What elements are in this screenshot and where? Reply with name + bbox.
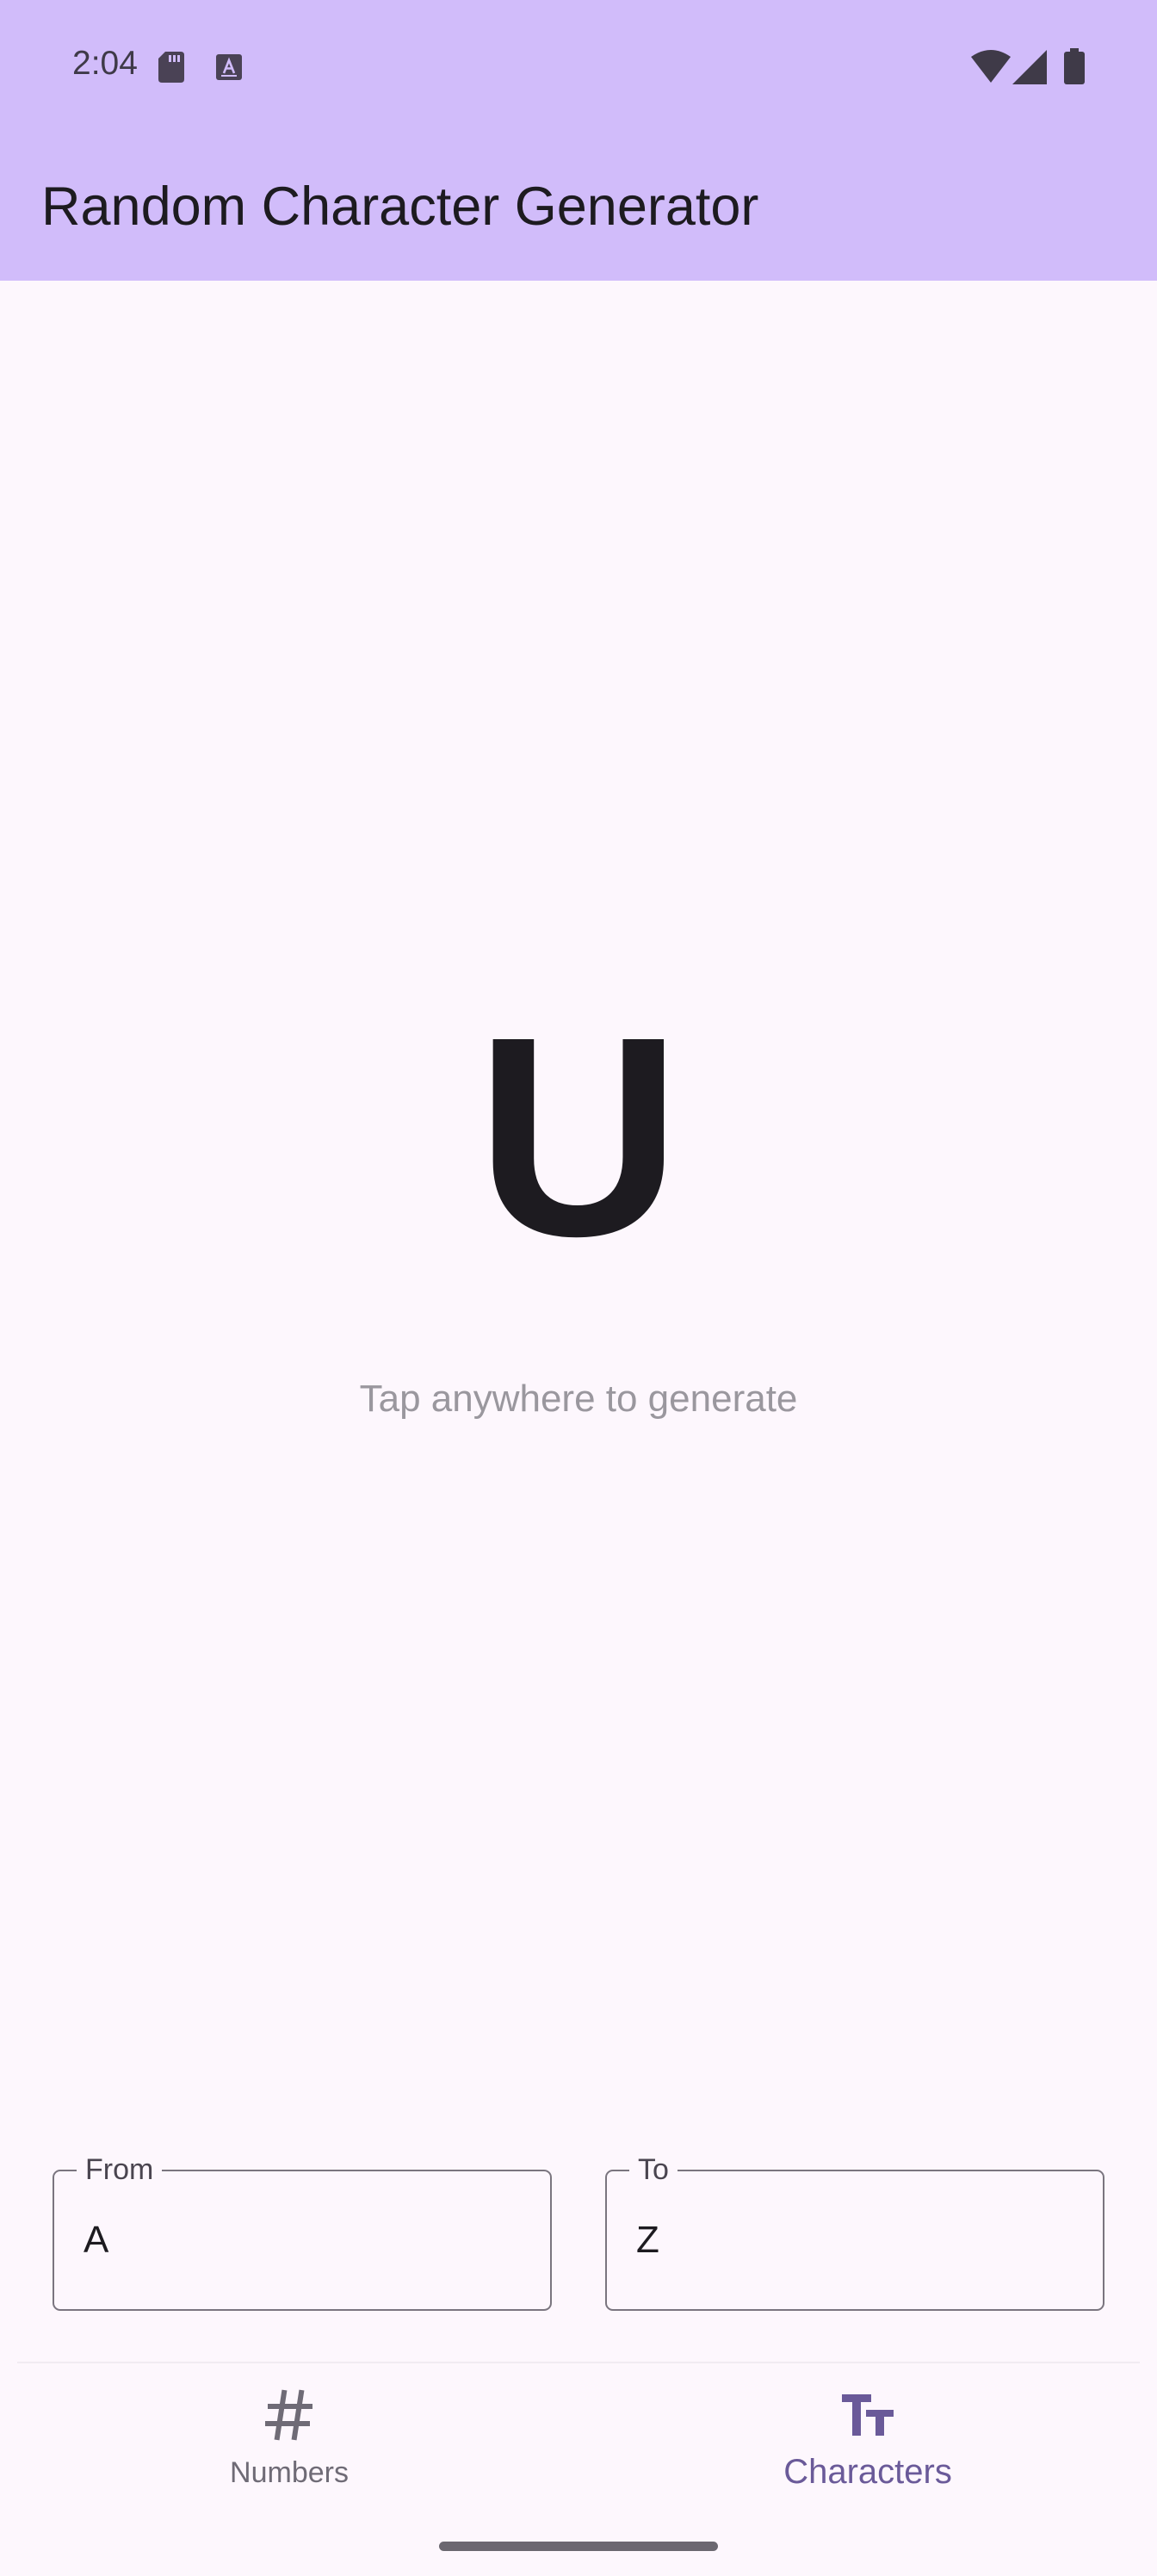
status-time: 2:04: [72, 45, 138, 82]
signal-icon: [1012, 50, 1047, 84]
nav-label-characters: Characters: [783, 2453, 952, 2491]
nav-item-numbers[interactable]: Numbers: [0, 2363, 578, 2492]
text-size-icon: [578, 2389, 1157, 2444]
nav-label-numbers: Numbers: [230, 2456, 349, 2489]
to-field[interactable]: To: [605, 2152, 1104, 2311]
page-title: Random Character Generator: [41, 176, 759, 237]
from-field[interactable]: From: [53, 2152, 552, 2311]
home-indicator[interactable]: [439, 2542, 718, 2551]
from-input[interactable]: [84, 2218, 497, 2263]
status-bar: 2:04: [0, 0, 1157, 138]
sd-card-icon: [158, 52, 184, 83]
wifi-icon: [971, 50, 1011, 83]
to-field-label: To: [629, 2152, 677, 2187]
hash-icon: [0, 2389, 578, 2449]
generate-hint: Tap anywhere to generate: [359, 1378, 798, 1420]
generated-character: U: [475, 977, 682, 1295]
from-field-label: From: [77, 2152, 163, 2187]
battery-icon: [1064, 48, 1085, 84]
nav-item-characters[interactable]: Characters: [578, 2363, 1157, 2492]
to-input[interactable]: [636, 2218, 1049, 2263]
a-box-icon: [216, 54, 242, 80]
